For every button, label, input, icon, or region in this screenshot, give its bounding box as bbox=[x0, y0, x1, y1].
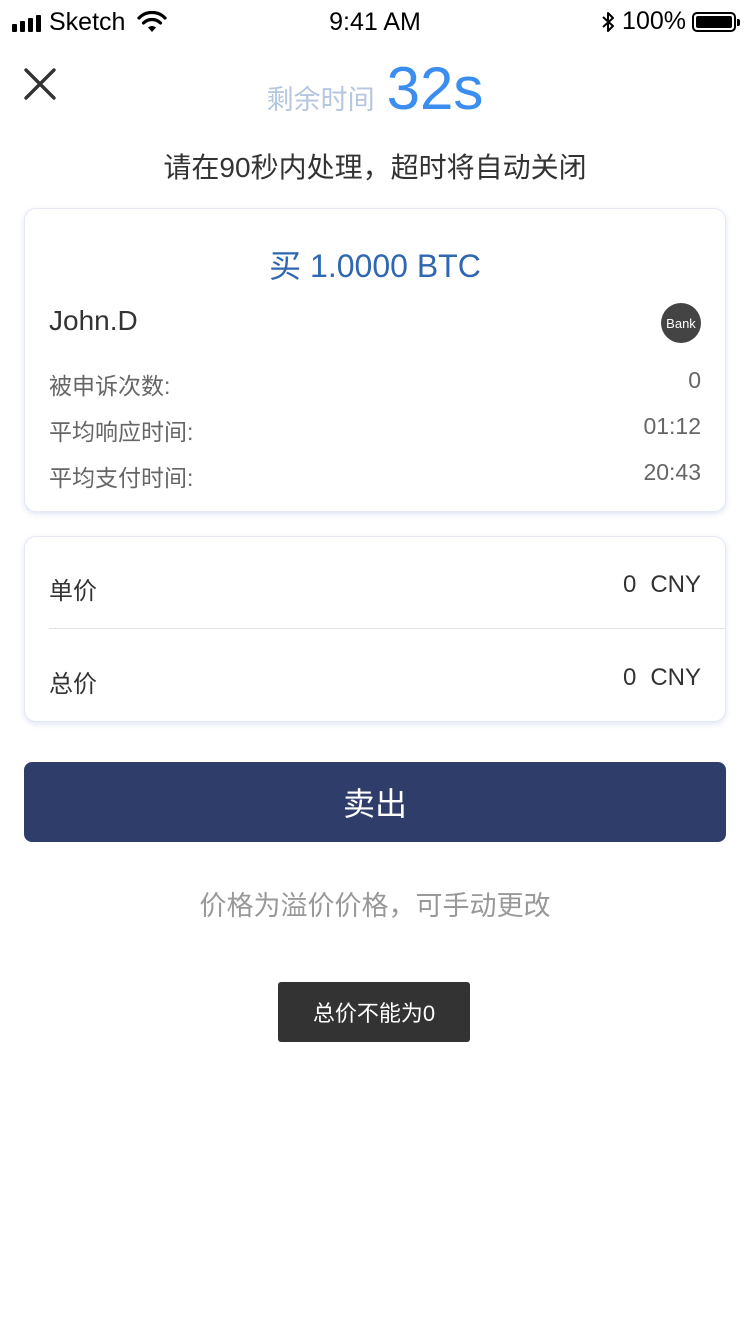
unit-price-row[interactable]: 单价 0 CNY bbox=[49, 571, 701, 606]
countdown-timer: 剩余时间 32s bbox=[0, 54, 750, 123]
price-card: 单价 0 CNY 总价 0 CNY bbox=[24, 536, 726, 722]
stat-row-complaints: 被申诉次数: 0 bbox=[49, 367, 701, 401]
total-price-value[interactable]: 0 CNY bbox=[623, 664, 701, 699]
total-price-row[interactable]: 总价 0 CNY bbox=[49, 664, 701, 699]
bluetooth-icon bbox=[602, 11, 615, 32]
total-price-currency: CNY bbox=[650, 664, 701, 691]
stat-label: 被申诉次数: bbox=[49, 373, 171, 399]
toast-message: 总价不能为0 bbox=[278, 982, 470, 1042]
unit-price-label: 单价 bbox=[49, 578, 97, 605]
unit-price-value[interactable]: 0 CNY bbox=[623, 571, 701, 606]
timer-label: 剩余时间 bbox=[266, 85, 375, 115]
stat-row-payment-time: 平均支付时间: 20:43 bbox=[49, 459, 701, 493]
stat-value: 20:43 bbox=[643, 459, 701, 485]
stat-row-response-time: 平均响应时间: 01:12 bbox=[49, 413, 701, 447]
timeout-notice: 请在90秒内处理，超时将自动关闭 bbox=[163, 152, 587, 183]
price-hint: 价格为溢价价格，可手动更改 bbox=[199, 891, 551, 921]
trader-name: John.D bbox=[49, 305, 138, 336]
stat-value: 0 bbox=[688, 367, 701, 393]
sell-button[interactable]: 卖出 bbox=[24, 762, 726, 842]
unit-price-currency: CNY bbox=[650, 571, 701, 598]
stat-value: 01:12 bbox=[643, 413, 701, 439]
total-price-label: 总价 bbox=[49, 671, 97, 698]
bank-payment-badge: Bank bbox=[661, 303, 701, 343]
battery-percentage: 100% bbox=[622, 7, 686, 35]
divider bbox=[49, 628, 725, 629]
order-card: 买 1.0000 BTC John.D Bank 被申诉次数: 0 平均响应时间… bbox=[24, 208, 726, 512]
battery-icon bbox=[692, 11, 740, 32]
total-price-amount[interactable]: 0 bbox=[623, 664, 636, 691]
order-title: 买 1.0000 BTC bbox=[269, 248, 481, 284]
unit-price-amount[interactable]: 0 bbox=[623, 571, 636, 598]
status-right: 100% bbox=[600, 7, 740, 36]
stat-label: 平均支付时间: bbox=[49, 465, 194, 491]
status-bar: Sketch 9:41 AM 100% bbox=[0, 0, 750, 44]
stat-label: 平均响应时间: bbox=[49, 419, 194, 445]
timer-value: 32s bbox=[386, 55, 484, 122]
